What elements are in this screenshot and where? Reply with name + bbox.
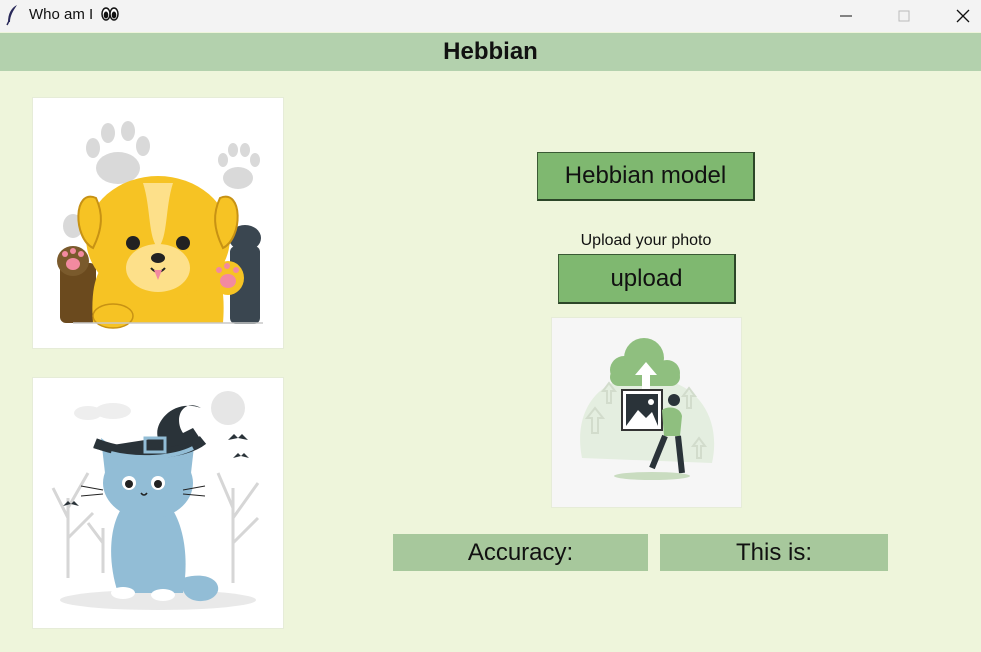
accuracy-label: Accuracy: xyxy=(393,534,648,571)
cat-image xyxy=(33,378,283,628)
window-titlebar: Who am I xyxy=(0,0,981,32)
dog-image xyxy=(33,98,283,348)
close-button[interactable] xyxy=(940,0,981,32)
upload-photo-label: Upload your photo xyxy=(580,232,712,249)
cat-illustration xyxy=(51,391,260,610)
upload-image xyxy=(552,318,741,507)
eyes-icon xyxy=(101,7,120,21)
close-icon xyxy=(956,9,970,23)
maximize-button[interactable] xyxy=(881,0,927,32)
app-header: Hebbian xyxy=(0,33,981,71)
minimize-button[interactable] xyxy=(823,0,869,32)
window-title: Who am I xyxy=(29,6,120,23)
window-title-text: Who am I xyxy=(29,6,94,23)
feather-icon xyxy=(6,5,17,26)
hebbian-model-button[interactable]: Hebbian model xyxy=(537,152,755,201)
upload-button[interactable]: upload xyxy=(558,254,736,304)
maximize-icon xyxy=(898,10,910,22)
minimize-icon xyxy=(840,15,852,17)
upload-illustration xyxy=(580,338,715,480)
prediction-label: This is: xyxy=(660,534,888,571)
dog-illustration xyxy=(57,121,263,329)
